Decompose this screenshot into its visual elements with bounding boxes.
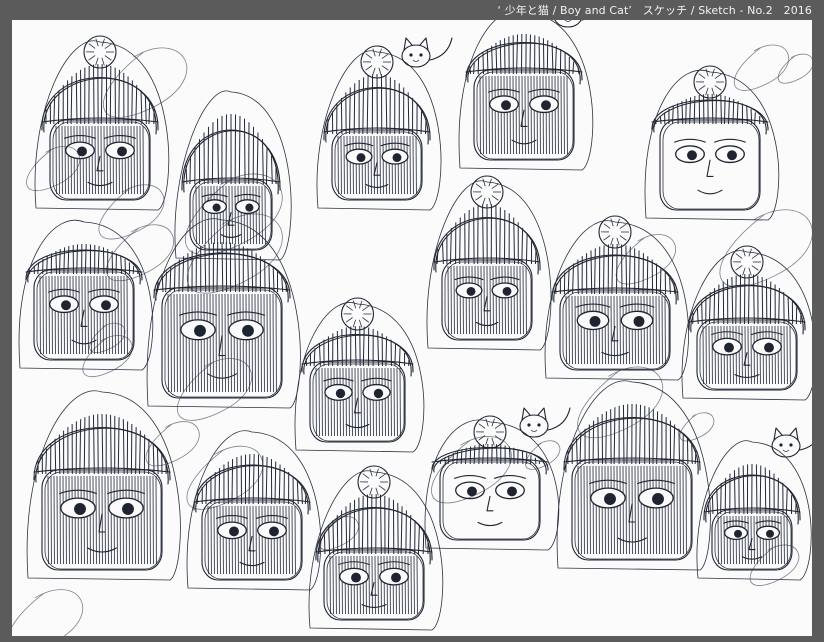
sketch-head [146,218,301,409]
sketch-frame: ‘ 少年と猫 / Boy and Cat’ スケッチ / Sketch - No… [0,0,824,642]
sketch-head [26,390,181,581]
sketch-head [544,215,689,381]
caption-title-en: Boy and Cat [560,4,629,17]
sketch-head [316,37,453,211]
caption-separator: / [552,4,557,17]
sketch-head [696,427,812,581]
cat-icon [401,37,453,68]
caption-quote-close: ’ [628,4,632,17]
sketch-head [174,90,292,261]
caption: ‘ 少年と猫 / Boy and Cat’ スケッチ / Sketch - No… [497,4,812,18]
sketch-head [556,380,711,571]
caption-quote-open: ‘ [497,4,501,17]
caption-year: 2016 [783,4,812,17]
sketch-head [426,175,552,351]
sketch-head [644,65,780,221]
sketch-head [308,465,444,631]
sketch-head [186,430,322,591]
sketch-drawing [12,20,812,636]
sketch-head [424,407,571,551]
caption-title-ja: 少年と猫 [504,4,550,17]
caption-label-en: Sketch - No.2 [698,4,773,17]
sketch-head [681,245,812,401]
caption-label-ja: スケッチ [642,4,688,17]
sketch-head [294,297,425,453]
sketch-head [458,20,594,171]
caption-separator: / [690,4,695,17]
cat-icon [519,407,571,438]
cat-icon [771,427,812,458]
sketch-head [34,35,170,211]
sketch-sheet [12,20,812,636]
cat-icon [554,20,585,28]
